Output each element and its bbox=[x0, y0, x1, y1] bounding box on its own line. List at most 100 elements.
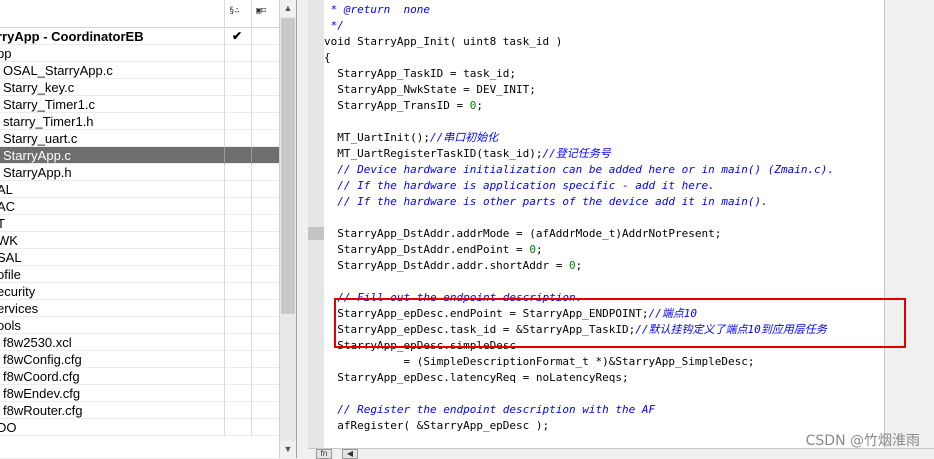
column-divider bbox=[224, 249, 225, 266]
code-line[interactable]: = (SimpleDescriptionFormat_t *)&StarryAp… bbox=[324, 354, 754, 370]
code-token: StarryApp_TaskID = task_id; bbox=[324, 67, 517, 80]
scrollbar-thumb[interactable] bbox=[281, 18, 295, 314]
highlight-annotation-box bbox=[334, 298, 906, 348]
tree-item[interactable]: f8wEndev.cfg bbox=[0, 385, 279, 402]
code-token: ; bbox=[575, 259, 583, 272]
column-divider bbox=[251, 198, 252, 215]
code-token: = (SimpleDescriptionFormat_t *)&StarryAp… bbox=[324, 355, 755, 368]
column-divider bbox=[251, 215, 252, 232]
tree-item[interactable]: Starry_uart.c bbox=[0, 130, 279, 147]
column-divider bbox=[224, 164, 225, 181]
tree-item-label: Starry_Timer1.c bbox=[3, 97, 95, 112]
tree-item[interactable]: Starry_key.c bbox=[0, 79, 279, 96]
tree-item-label: f8wCoord.cfg bbox=[3, 369, 80, 384]
column-divider bbox=[224, 402, 225, 419]
tree-item[interactable]: AL bbox=[0, 181, 279, 198]
tree-item[interactable]: f8wCoord.cfg bbox=[0, 368, 279, 385]
editor-right-pane bbox=[884, 0, 934, 448]
tree-item[interactable]: WK bbox=[0, 232, 279, 249]
tree-item-label: OSAL_StarryApp.c bbox=[3, 63, 113, 78]
code-editor[interactable]: * @return none */ void StarryApp_Init( ui… bbox=[324, 0, 884, 448]
code-token: StarryApp_NwkState = DEV_INIT; bbox=[324, 83, 536, 96]
code-line[interactable]: StarryApp_DstAddr.addr.shortAddr = 0; bbox=[324, 258, 582, 274]
code-line[interactable]: StarryApp_TransID = 0; bbox=[324, 98, 483, 114]
column-divider bbox=[224, 147, 225, 164]
tree-item-label: SAL bbox=[0, 250, 22, 265]
tree-item[interactable]: rryApp - CoordinatorEB ✔ bbox=[0, 28, 279, 45]
tree-item[interactable]: T bbox=[0, 215, 279, 232]
code-line[interactable]: // If the hardware is other parts of the… bbox=[324, 194, 768, 210]
tree-item[interactable]: DO bbox=[0, 419, 279, 436]
code-line[interactable]: StarryApp_epDesc.latencyReq = noLatencyR… bbox=[324, 370, 629, 386]
code-token: StarryApp_DstAddr.addrMode = (afAddrMode… bbox=[324, 227, 722, 240]
tree-item[interactable]: OSAL_StarryApp.c bbox=[0, 62, 279, 79]
tree-item[interactable]: AC bbox=[0, 198, 279, 215]
column-divider bbox=[251, 113, 252, 130]
tree-item[interactable]: starry_Timer1.h bbox=[0, 113, 279, 130]
code-line[interactable]: MT_UartRegisterTaskID(task_id);//登记任务号 bbox=[324, 146, 611, 162]
code-line[interactable]: afRegister( &StarryApp_epDesc ); bbox=[324, 418, 549, 434]
code-comment: // If the hardware is application specif… bbox=[324, 179, 715, 192]
tree-item-label: AC bbox=[0, 199, 16, 214]
code-token: StarryApp_epDesc.latencyReq = noLatencyR… bbox=[324, 371, 629, 384]
code-comment: //串口初始化 bbox=[429, 131, 499, 144]
tree-item[interactable]: ecurity bbox=[0, 283, 279, 300]
tree-item[interactable]: StarryApp.c bbox=[0, 147, 279, 164]
column-divider bbox=[251, 266, 252, 283]
tree-item-label: ofile bbox=[0, 267, 21, 282]
column-divider bbox=[224, 62, 225, 79]
tree-item[interactable]: f8w2530.xcl bbox=[0, 334, 279, 351]
column-divider bbox=[224, 45, 225, 62]
code-line[interactable]: StarryApp_DstAddr.addrMode = (afAddrMode… bbox=[324, 226, 721, 242]
code-line[interactable]: */ bbox=[324, 18, 344, 34]
code-line[interactable]: { bbox=[324, 50, 331, 66]
code-line[interactable]: // Register the endpoint description wit… bbox=[324, 402, 655, 418]
tree-item-label: AL bbox=[0, 182, 13, 197]
build-column-icon[interactable]: ▣⌗ bbox=[256, 6, 267, 16]
code-line[interactable]: void StarryApp_Init( uint8 task_id ) bbox=[324, 34, 562, 50]
options-column-icon[interactable]: §∴ bbox=[229, 6, 240, 16]
code-token: { bbox=[324, 51, 331, 64]
column-divider bbox=[251, 45, 252, 62]
scroll-up-arrow-icon[interactable]: ▲ bbox=[280, 0, 296, 17]
column-divider bbox=[251, 164, 252, 181]
code-line[interactable]: // If the hardware is application specif… bbox=[324, 178, 715, 194]
code-line[interactable]: StarryApp_TaskID = task_id; bbox=[324, 66, 516, 82]
tree-item[interactable]: ools bbox=[0, 317, 279, 334]
code-token: StarryApp_DstAddr.addr.shortAddr = bbox=[324, 259, 570, 272]
tree-item-label: f8w2530.xcl bbox=[3, 335, 72, 350]
workspace-panel: §∴ ▣⌗ rryApp - CoordinatorEB ✔ pp OSAL_Star… bbox=[0, 0, 296, 458]
code-token: StarryApp_DstAddr.endPoint = bbox=[324, 243, 530, 256]
code-line[interactable]: // Device hardware initialization can be… bbox=[324, 162, 834, 178]
editor-gutter[interactable] bbox=[308, 0, 324, 458]
workspace-scrollbar[interactable]: ▲ ▼ bbox=[279, 0, 296, 458]
code-line[interactable]: StarryApp_DstAddr.endPoint = 0; bbox=[324, 242, 542, 258]
column-divider bbox=[224, 368, 225, 385]
tree-item-label: ools bbox=[0, 318, 21, 333]
tree-item[interactable]: f8wConfig.cfg bbox=[0, 351, 279, 368]
tree-item[interactable]: StarryApp.h bbox=[0, 164, 279, 181]
code-line[interactable]: * @return none bbox=[324, 2, 430, 18]
tree-item[interactable]: f8wRouter.cfg bbox=[0, 402, 279, 419]
tree-item-label: ervices bbox=[0, 301, 39, 316]
code-line[interactable]: StarryApp_NwkState = DEV_INIT; bbox=[324, 82, 536, 98]
tree-item[interactable]: SAL bbox=[0, 249, 279, 266]
scroll-down-arrow-icon[interactable]: ▼ bbox=[280, 441, 296, 458]
tree-item[interactable]: pp bbox=[0, 45, 279, 62]
tree-item[interactable]: ervices bbox=[0, 300, 279, 317]
column-divider bbox=[251, 385, 252, 402]
tree-item[interactable]: ofile bbox=[0, 266, 279, 283]
header-divider bbox=[251, 0, 252, 27]
code-comment: // If the hardware is other parts of the… bbox=[324, 195, 768, 208]
column-divider bbox=[251, 147, 252, 164]
tree-item[interactable]: Starry_Timer1.c bbox=[0, 96, 279, 113]
column-divider bbox=[224, 419, 225, 436]
code-token: MT_UartInit(); bbox=[324, 131, 430, 144]
tree-item-label: starry_Timer1.h bbox=[3, 114, 94, 129]
header-divider bbox=[224, 0, 225, 27]
pane-splitter[interactable] bbox=[296, 0, 308, 458]
code-line[interactable]: MT_UartInit();//串口初始化 bbox=[324, 130, 498, 146]
column-divider bbox=[224, 385, 225, 402]
tree-item-label: Starry_key.c bbox=[3, 80, 75, 95]
tree-item-label: WK bbox=[0, 233, 18, 248]
